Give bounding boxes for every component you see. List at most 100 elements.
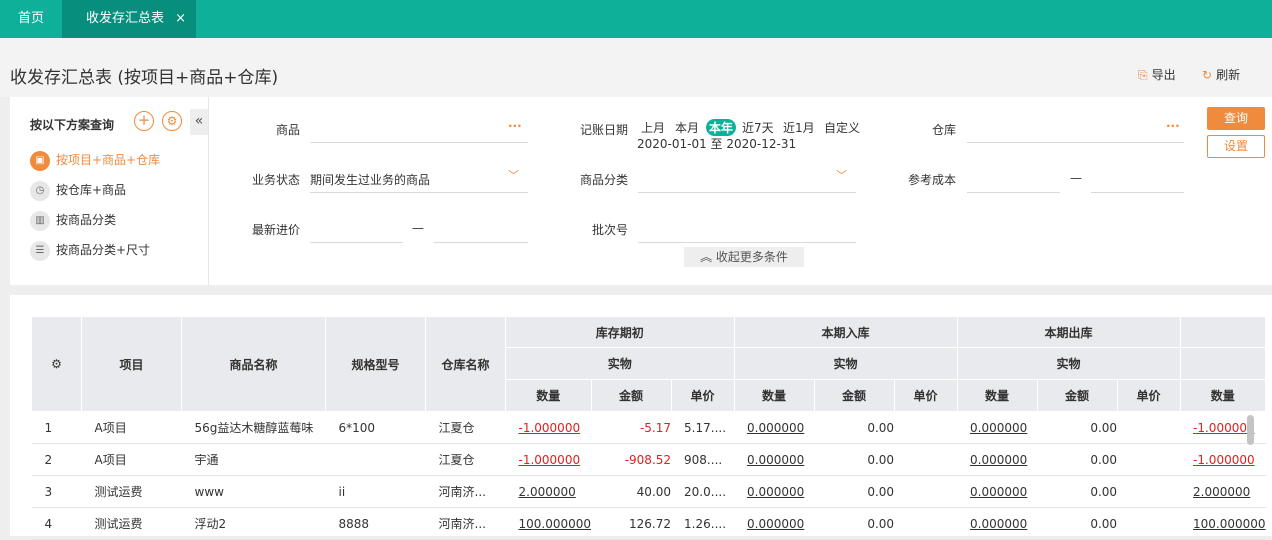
collapse-more-conditions-button[interactable]: ︽ 收起更多条件 xyxy=(684,247,804,267)
cell-inbound-price xyxy=(894,475,958,508)
cell-inbound-qty[interactable]: 0.000000 xyxy=(734,411,815,444)
period-last-1-month[interactable]: 近1月 xyxy=(783,119,815,136)
latest-price-max-input[interactable] xyxy=(434,242,528,243)
row-number: 4 xyxy=(31,507,82,540)
table-panel: ⚙ 项目 商品名称 规格型号 仓库名称 库存期初 本期入库 本期出库 实物 实物… xyxy=(10,295,1272,540)
cell-opening-qty[interactable]: -1.000000 xyxy=(505,411,592,444)
tab-label: 收发存汇总表 xyxy=(86,11,165,26)
col-goods-name[interactable]: 商品名称 xyxy=(181,316,326,412)
cell-outbound-price xyxy=(1117,507,1181,540)
add-plan-icon[interactable]: + xyxy=(134,111,154,131)
warehouse-input[interactable] xyxy=(967,142,1184,143)
plan-item-warehouse-goods[interactable]: ◷ 按仓库+商品 xyxy=(30,179,126,201)
ref-cost-min-input[interactable] xyxy=(967,192,1060,193)
chevron-down-icon[interactable]: ﹀ xyxy=(836,167,847,183)
period-custom[interactable]: 自定义 xyxy=(824,119,860,136)
table-row[interactable]: 4 测试运费 浮动2 8888 河南济... 100.000000 126.72 1.26..… xyxy=(31,507,1266,540)
summary-table: ⚙ 项目 商品名称 规格型号 仓库名称 库存期初 本期入库 本期出库 实物 实物… xyxy=(31,316,1267,540)
query-button[interactable]: 查询 xyxy=(1207,107,1265,130)
collapse-left-icon[interactable]: « xyxy=(190,109,208,135)
cell-inbound-qty[interactable]: 0.000000 xyxy=(734,443,815,476)
col-outbound-amount[interactable]: 金额 xyxy=(1036,379,1118,412)
cell-outbound-qty[interactable]: 0.000000 xyxy=(957,411,1038,444)
cell-spec: 6*100 xyxy=(325,411,426,444)
filter-panel: 按以下方案查询 + ⚙ « ▣ 按项目+商品+仓库 ◷ 按仓库+商品 ▥ 按商品分类 … xyxy=(10,97,1272,285)
cell-spec: ii xyxy=(325,475,426,508)
goods-input[interactable] xyxy=(310,142,528,143)
latest-price-min-input[interactable] xyxy=(310,242,403,243)
cell-opening-qty[interactable]: -1.000000 xyxy=(505,443,592,476)
col-opening-qty[interactable]: 数量 xyxy=(505,379,592,412)
tab-home[interactable]: 首页 xyxy=(0,0,62,38)
tab-inventory-summary[interactable]: 收发存汇总表 × xyxy=(62,0,196,38)
period-this-year[interactable]: 本年 xyxy=(706,119,737,136)
goods-picker-icon[interactable]: ··· xyxy=(508,119,522,133)
cell-opening-qty[interactable]: 100.000000 xyxy=(505,507,592,540)
sub-physical-ending xyxy=(1179,347,1267,380)
col-warehouse[interactable]: 仓库名称 xyxy=(425,316,506,412)
col-outbound-price[interactable]: 单价 xyxy=(1116,379,1181,412)
goods-category-label: 商品分类 xyxy=(579,173,628,187)
col-spec[interactable]: 规格型号 xyxy=(325,316,426,412)
cell-opening-price: 20.0.... xyxy=(671,475,735,508)
col-opening-amount[interactable]: 金额 xyxy=(590,379,672,412)
biz-status-label: 业务状态 xyxy=(251,173,300,187)
cell-outbound-qty[interactable]: 0.000000 xyxy=(957,443,1038,476)
sub-physical: 实物 xyxy=(505,347,735,380)
col-inbound-amount[interactable]: 金额 xyxy=(813,379,895,412)
gear-icon[interactable]: ⚙ xyxy=(162,111,182,131)
col-opening-price[interactable]: 单价 xyxy=(670,379,735,412)
cell-spec: 8888 xyxy=(325,507,426,540)
cell-opening-amount: 40.00 xyxy=(591,475,672,508)
cell-inbound-qty[interactable]: 0.000000 xyxy=(734,475,815,508)
column-settings-icon[interactable]: ⚙ xyxy=(31,316,82,412)
cell-warehouse: 河南济... xyxy=(425,507,506,540)
plan-item-goods-category[interactable]: ▥ 按商品分类 xyxy=(30,209,116,231)
col-inbound-qty[interactable]: 数量 xyxy=(733,379,815,412)
close-icon[interactable]: × xyxy=(175,0,186,38)
refresh-button[interactable]: ↻ 刷新 xyxy=(1202,66,1240,83)
plan-item-project-goods-warehouse[interactable]: ▣ 按项目+商品+仓库 xyxy=(30,149,160,171)
cell-inbound-amount: 0.00 xyxy=(814,443,895,476)
col-project[interactable]: 项目 xyxy=(81,316,182,412)
cell-outbound-qty[interactable]: 0.000000 xyxy=(957,507,1038,540)
period-last-month[interactable]: 上月 xyxy=(641,119,665,136)
cell-inbound-qty[interactable]: 0.000000 xyxy=(734,507,815,540)
chevron-down-icon[interactable]: ﹀ xyxy=(508,167,519,183)
cell-outbound-amount: 0.00 xyxy=(1037,411,1118,444)
latest-price-label: 最新进价 xyxy=(251,223,300,237)
biz-status-select[interactable]: 期间发生过业务的商品 xyxy=(310,171,430,188)
plan-item-goods-category-size[interactable]: ☰ 按商品分类+尺寸 xyxy=(30,239,150,261)
cell-project: A项目 xyxy=(81,443,182,476)
batch-no-label: 批次号 xyxy=(591,223,628,237)
col-outbound-qty[interactable]: 数量 xyxy=(956,379,1038,412)
cell-ending-qty[interactable]: -1.000000 xyxy=(1180,443,1266,476)
table-row[interactable]: 3 测试运费 www ii 河南济... 2.000000 40.00 20.0.... 0.0… xyxy=(31,475,1266,508)
table-scrollbar[interactable] xyxy=(1247,415,1254,445)
cell-opening-qty[interactable]: 2.000000 xyxy=(505,475,592,508)
cell-ending-qty[interactable]: 2.000000 xyxy=(1180,475,1266,508)
export-button[interactable]: ⎘ 导出 xyxy=(1138,66,1176,83)
top-tab-bar: 首页 收发存汇总表 × xyxy=(0,0,1272,38)
cell-inbound-price xyxy=(894,411,958,444)
cell-outbound-amount: 0.00 xyxy=(1037,443,1118,476)
cell-ending-qty[interactable]: 100.000000 xyxy=(1180,507,1266,540)
cell-outbound-qty[interactable]: 0.000000 xyxy=(957,475,1038,508)
cell-goods-name: www xyxy=(181,475,326,508)
settings-button[interactable]: 设置 xyxy=(1207,135,1265,158)
period-last-7-days[interactable]: 近7天 xyxy=(742,119,774,136)
ref-cost-max-input[interactable] xyxy=(1091,192,1184,193)
period-this-month[interactable]: 本月 xyxy=(675,119,699,136)
cell-opening-price: 908.... xyxy=(671,443,735,476)
export-icon: ⎘ xyxy=(1138,68,1148,82)
table-row[interactable]: 2 A项目 宇通 江夏仓 -1.000000 -908.52 908.... 0.000000… xyxy=(31,443,1266,476)
col-ending-qty[interactable]: 数量 xyxy=(1179,379,1267,412)
batch-no-input[interactable] xyxy=(638,242,856,243)
table-row[interactable]: 1 A项目 56g益达木糖醇蓝莓味 6*100 江夏仓 -1.000000 -5.17 5.1… xyxy=(31,411,1266,444)
goods-category-select[interactable] xyxy=(638,192,856,193)
cell-goods-name: 浮动2 xyxy=(181,507,326,540)
chart-icon: ▥ xyxy=(30,210,50,231)
cell-inbound-amount: 0.00 xyxy=(814,507,895,540)
col-inbound-price[interactable]: 单价 xyxy=(893,379,958,412)
warehouse-picker-icon[interactable]: ··· xyxy=(1166,119,1180,133)
